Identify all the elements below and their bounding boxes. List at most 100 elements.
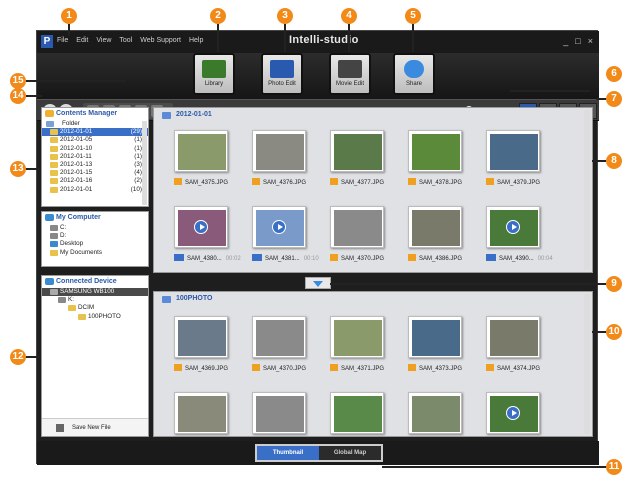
folder-item[interactable]: 2012-01-15 (4)	[42, 169, 148, 177]
photo-thumbnail[interactable]	[408, 206, 462, 248]
thumbnail-caption: SAM_4375.JPG	[174, 178, 246, 186]
maximize-button[interactable]: □	[575, 36, 580, 46]
photo-thumbnail[interactable]	[330, 392, 384, 434]
photo-edit-button[interactable]: Photo Edit	[261, 53, 303, 95]
menu-file[interactable]: File	[57, 37, 68, 44]
drive-d[interactable]: D:	[42, 232, 148, 240]
photo-thumbnail[interactable]	[408, 392, 462, 434]
gallery-2012-01-01: 2012-01-01 SAM_4375.JPG SAM_4376.JPG SAM_4…	[153, 107, 593, 273]
date-group-icon	[162, 112, 171, 119]
photo-file-icon	[408, 254, 416, 261]
folder-item[interactable]: 2012-01-11 (1)	[42, 153, 148, 161]
menu-help[interactable]: Help	[189, 37, 203, 44]
video-file-icon	[252, 254, 262, 261]
photo-thumbnail[interactable]	[174, 316, 228, 358]
desktop-item[interactable]: Desktop	[42, 240, 148, 248]
play-icon[interactable]	[194, 220, 208, 234]
title-bar: P File Edit View Tool Web Support Help I…	[37, 31, 599, 53]
thumbnail-image	[412, 134, 460, 170]
thumbnail-image	[256, 134, 304, 170]
my-documents-item[interactable]: My Documents	[42, 249, 148, 257]
photo-thumbnail[interactable]	[174, 130, 228, 172]
photo-file-icon	[330, 178, 338, 185]
play-icon[interactable]	[272, 220, 286, 234]
callout-line	[412, 24, 414, 52]
callout-6: 6	[606, 66, 622, 82]
save-new-file-button[interactable]: Save New File	[42, 418, 148, 436]
folder-item[interactable]: 2012-01-05 (1)	[42, 136, 148, 144]
contents-manager-title: Contents Manager	[42, 108, 148, 120]
callout-line	[26, 95, 42, 97]
callout-14: 14	[10, 88, 26, 104]
tab-global-map[interactable]: Global Map	[319, 446, 381, 460]
photo-file-icon	[408, 364, 416, 371]
thumbnail-image	[256, 320, 304, 356]
photo-thumbnail[interactable]	[330, 206, 384, 248]
status-bar: Thumbnail Global Map	[37, 441, 599, 465]
photo-thumbnail[interactable]	[252, 130, 306, 172]
video-thumbnail[interactable]	[486, 392, 540, 434]
play-icon[interactable]	[506, 406, 520, 420]
thumbnail-image	[178, 396, 226, 432]
photo-thumbnail[interactable]	[330, 316, 384, 358]
minimize-button[interactable]: _	[563, 36, 568, 46]
drive-k[interactable]: K:	[42, 296, 148, 304]
gallery-100photo: 100PHOTO SAM_4369.JPG SAM_4370.JPG SAM_437…	[153, 291, 593, 437]
folder-item[interactable]: 2012-01-01 (10)	[42, 186, 148, 194]
share-button[interactable]: Share	[393, 53, 435, 95]
photo-thumbnail[interactable]	[252, 392, 306, 434]
video-thumbnail[interactable]	[252, 206, 306, 248]
dcim-folder[interactable]: DCIM	[42, 304, 148, 312]
video-file-icon	[174, 254, 184, 261]
thumbnail-caption: SAM_4377.JPG	[330, 178, 402, 186]
thumbnail-caption: SAM_4378.JPG	[408, 178, 480, 186]
scrollbar[interactable]	[142, 121, 147, 205]
thumbnail-image	[412, 320, 460, 356]
thumbnail-caption: SAM_4376.JPG	[252, 178, 324, 186]
100photo-folder[interactable]: 100PHOTO	[42, 313, 148, 321]
callout-13: 13	[10, 161, 26, 177]
callout-15: 15	[10, 73, 26, 89]
photo-thumbnail[interactable]	[330, 130, 384, 172]
folder-item[interactable]: 2012-01-16 (2)	[42, 177, 148, 185]
video-thumbnail[interactable]	[486, 206, 540, 248]
scrollbar[interactable]	[584, 110, 590, 270]
my-computer-title: My Computer	[42, 212, 148, 224]
tree-root-folder[interactable]: Folder	[42, 120, 148, 128]
callout-5: 5	[405, 8, 421, 24]
drive-c[interactable]: C:	[42, 224, 148, 232]
device-icon	[45, 278, 54, 285]
close-button[interactable]: ×	[588, 36, 593, 46]
device-item[interactable]: SAMSUNG WB100	[42, 288, 148, 297]
movie-edit-button[interactable]: Movie Edit	[329, 53, 371, 95]
callout-line	[348, 24, 350, 52]
thumbnail-caption: SAM_4369.JPG	[174, 364, 246, 372]
menu-view[interactable]: View	[96, 37, 111, 44]
save-file-icon	[56, 424, 64, 432]
photo-thumbnail[interactable]	[174, 392, 228, 434]
folder-item[interactable]: 2012-01-01 (29)	[42, 128, 148, 137]
callout-line	[26, 168, 40, 170]
play-icon[interactable]	[506, 220, 520, 234]
callout-line	[26, 356, 40, 358]
menu-web-support[interactable]: Web Support	[140, 37, 181, 44]
folder-item[interactable]: 2012-01-13 (3)	[42, 161, 148, 169]
video-thumbnail[interactable]	[174, 206, 228, 248]
video-file-icon	[486, 254, 496, 261]
menu-tool[interactable]: Tool	[119, 37, 132, 44]
tab-thumbnail[interactable]: Thumbnail	[257, 446, 319, 460]
scrollbar[interactable]	[584, 294, 590, 434]
photo-thumbnail[interactable]	[486, 316, 540, 358]
photo-thumbnail[interactable]	[486, 130, 540, 172]
photo-thumbnail[interactable]	[252, 316, 306, 358]
thumbnail-image	[412, 396, 460, 432]
photo-file-icon	[252, 178, 260, 185]
folder-item[interactable]: 2012-01-10 (1)	[42, 145, 148, 153]
callout-9: 9	[606, 276, 622, 292]
library-button[interactable]: Library	[193, 53, 235, 95]
menu-edit[interactable]: Edit	[76, 37, 88, 44]
photo-thumbnail[interactable]	[408, 316, 462, 358]
photo-thumbnail[interactable]	[408, 130, 462, 172]
callout-11: 11	[606, 459, 622, 475]
expand-collapse-button[interactable]	[305, 277, 331, 289]
